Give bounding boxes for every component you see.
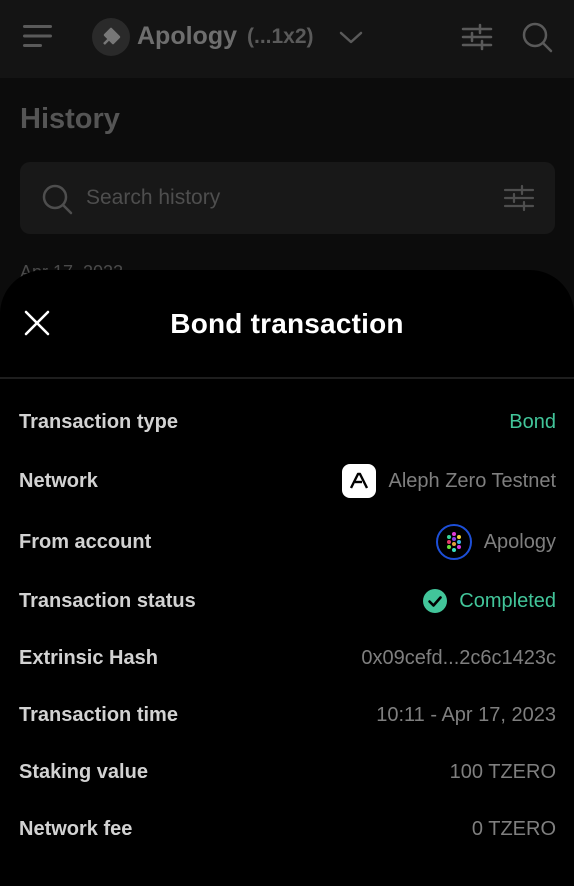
- divider: [0, 377, 574, 379]
- row-label: Network: [19, 469, 98, 492]
- search-input[interactable]: [86, 180, 486, 216]
- row-label: Transaction type: [19, 410, 178, 433]
- search-icon: [42, 184, 73, 215]
- row-label: Extrinsic Hash: [19, 646, 158, 669]
- check-circle-icon: [423, 589, 448, 613]
- account-address[interactable]: (...1x2): [247, 25, 314, 49]
- transaction-time-value: 10:11 - Apr 17, 2023: [376, 703, 556, 726]
- account-avatar-icon[interactable]: [92, 18, 130, 56]
- account-avatar-icon: [435, 524, 472, 560]
- transaction-type-row: Transaction type Bond: [19, 402, 556, 442]
- network-value: Aleph Zero Testnet: [342, 464, 556, 498]
- staking-value-row: Staking value 100 TZERO: [19, 752, 556, 792]
- network-row: Network Aleph Zero Testnet: [19, 461, 556, 501]
- row-label: Staking value: [19, 760, 148, 783]
- aleph-zero-icon: [342, 464, 377, 498]
- page-title: History: [20, 103, 120, 135]
- history-search-bar[interactable]: [20, 162, 555, 234]
- network-name: Aleph Zero Testnet: [388, 469, 556, 492]
- menu-icon[interactable]: [22, 22, 54, 50]
- staking-value: 100 TZERO: [449, 760, 556, 783]
- transaction-status-row: Transaction status Completed: [19, 581, 556, 621]
- extrinsic-hash-value[interactable]: 0x09cefd...2c6c1423c: [361, 647, 556, 670]
- extrinsic-hash-row: Extrinsic Hash 0x09cefd...2c6c1423c: [19, 638, 556, 678]
- from-account-value: Apology: [435, 524, 556, 560]
- row-label: Transaction time: [19, 703, 178, 726]
- top-bar: Apology (...1x2): [0, 0, 574, 78]
- row-label: Network fee: [19, 817, 133, 840]
- chevron-down-icon[interactable]: [338, 26, 364, 48]
- transaction-time-row: Transaction time 10:11 - Apr 17, 2023: [19, 695, 556, 735]
- status-text: Completed: [459, 589, 556, 612]
- from-account-row: From account Apology: [19, 522, 556, 562]
- network-fee-value: 0 TZERO: [471, 817, 556, 840]
- filter-icon[interactable]: [503, 183, 535, 213]
- transaction-detail-sheet: Bond transaction Transaction type Bond N…: [0, 270, 574, 886]
- network-fee-row: Network fee 0 TZERO: [19, 809, 556, 849]
- row-label: Transaction status: [19, 589, 196, 612]
- transaction-status-value: Completed: [423, 589, 556, 613]
- row-label: From account: [19, 530, 152, 553]
- sheet-title: Bond transaction: [170, 308, 404, 339]
- account-name[interactable]: Apology: [137, 22, 237, 51]
- transaction-type-value: Bond: [509, 410, 556, 433]
- filter-icon[interactable]: [460, 20, 494, 54]
- account-name: Apology: [483, 530, 556, 553]
- search-icon[interactable]: [520, 20, 554, 54]
